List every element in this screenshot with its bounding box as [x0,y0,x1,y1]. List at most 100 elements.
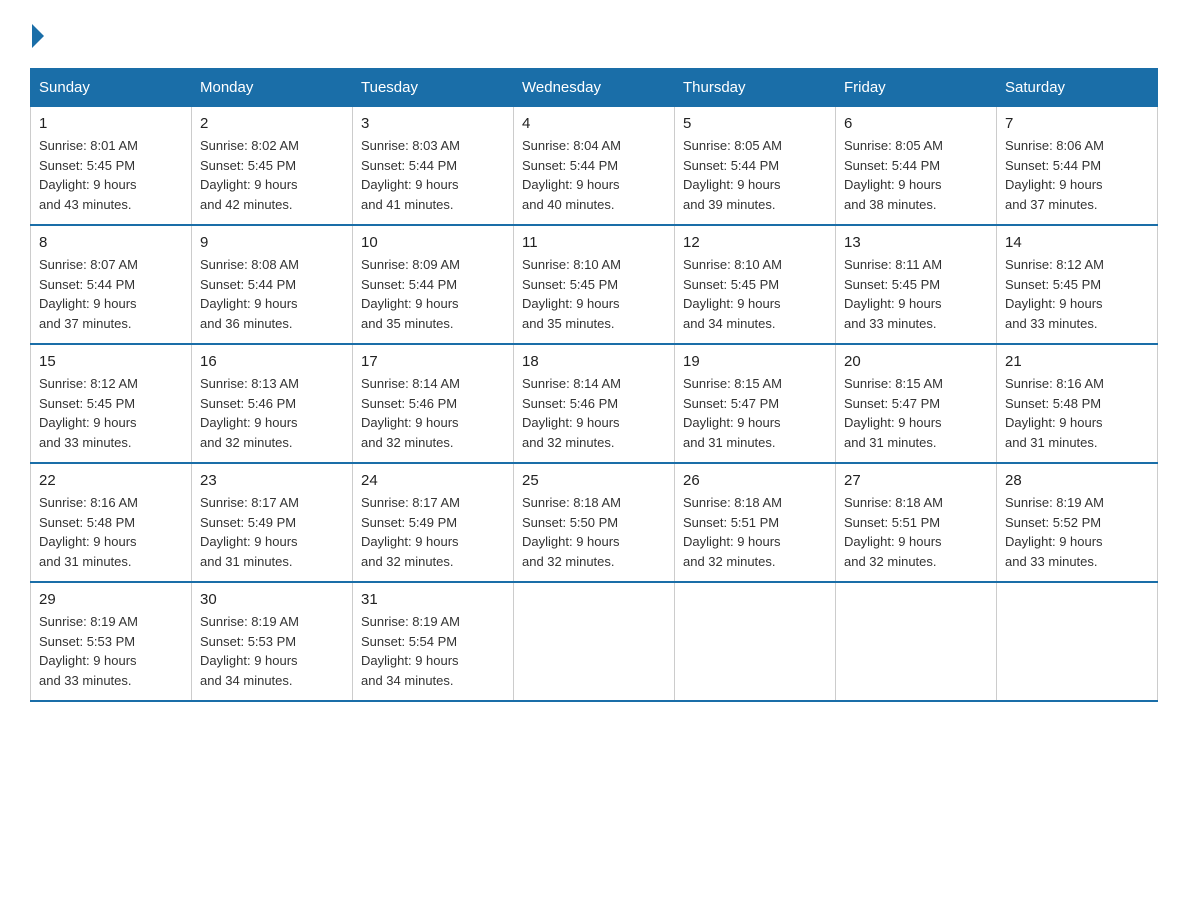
day-info: Sunrise: 8:17 AM Sunset: 5:49 PM Dayligh… [361,493,505,571]
sunrise-label: Sunrise: 8:15 AM [844,376,943,391]
calendar-day-cell: 20 Sunrise: 8:15 AM Sunset: 5:47 PM Dayl… [836,344,997,463]
sunset-label: Sunset: 5:45 PM [39,396,135,411]
day-info: Sunrise: 8:10 AM Sunset: 5:45 PM Dayligh… [683,255,827,333]
sunset-label: Sunset: 5:52 PM [1005,515,1101,530]
day-number: 17 [361,353,505,370]
sunset-label: Sunset: 5:45 PM [522,277,618,292]
sunrise-label: Sunrise: 8:12 AM [39,376,138,391]
day-info: Sunrise: 8:12 AM Sunset: 5:45 PM Dayligh… [1005,255,1149,333]
calendar-day-cell: 22 Sunrise: 8:16 AM Sunset: 5:48 PM Dayl… [31,463,192,582]
sunrise-label: Sunrise: 8:08 AM [200,257,299,272]
calendar-day-cell [675,582,836,701]
weekday-header-friday: Friday [836,69,997,107]
daylight-label: Daylight: 9 hoursand 32 minutes. [844,534,942,569]
sunset-label: Sunset: 5:44 PM [683,158,779,173]
calendar-day-cell: 26 Sunrise: 8:18 AM Sunset: 5:51 PM Dayl… [675,463,836,582]
sunset-label: Sunset: 5:48 PM [39,515,135,530]
day-number: 30 [200,591,344,608]
weekday-header-wednesday: Wednesday [514,69,675,107]
sunset-label: Sunset: 5:51 PM [844,515,940,530]
sunset-label: Sunset: 5:44 PM [844,158,940,173]
sunrise-label: Sunrise: 8:06 AM [1005,138,1104,153]
day-info: Sunrise: 8:10 AM Sunset: 5:45 PM Dayligh… [522,255,666,333]
sunset-label: Sunset: 5:50 PM [522,515,618,530]
calendar-week-row: 1 Sunrise: 8:01 AM Sunset: 5:45 PM Dayli… [31,107,1158,226]
calendar-day-cell: 30 Sunrise: 8:19 AM Sunset: 5:53 PM Dayl… [192,582,353,701]
sunset-label: Sunset: 5:44 PM [522,158,618,173]
calendar-day-cell: 31 Sunrise: 8:19 AM Sunset: 5:54 PM Dayl… [353,582,514,701]
day-info: Sunrise: 8:04 AM Sunset: 5:44 PM Dayligh… [522,136,666,214]
day-info: Sunrise: 8:15 AM Sunset: 5:47 PM Dayligh… [683,374,827,452]
daylight-label: Daylight: 9 hoursand 35 minutes. [361,296,459,331]
daylight-label: Daylight: 9 hoursand 33 minutes. [1005,296,1103,331]
day-number: 7 [1005,115,1149,132]
day-info: Sunrise: 8:01 AM Sunset: 5:45 PM Dayligh… [39,136,183,214]
calendar-day-cell: 8 Sunrise: 8:07 AM Sunset: 5:44 PM Dayli… [31,225,192,344]
day-info: Sunrise: 8:03 AM Sunset: 5:44 PM Dayligh… [361,136,505,214]
calendar-day-cell: 1 Sunrise: 8:01 AM Sunset: 5:45 PM Dayli… [31,107,192,226]
daylight-label: Daylight: 9 hoursand 36 minutes. [200,296,298,331]
day-number: 31 [361,591,505,608]
day-number: 19 [683,353,827,370]
sunset-label: Sunset: 5:45 PM [844,277,940,292]
sunrise-label: Sunrise: 8:18 AM [683,495,782,510]
day-number: 26 [683,472,827,489]
daylight-label: Daylight: 9 hoursand 31 minutes. [683,415,781,450]
daylight-label: Daylight: 9 hoursand 33 minutes. [844,296,942,331]
calendar-day-cell: 25 Sunrise: 8:18 AM Sunset: 5:50 PM Dayl… [514,463,675,582]
day-number: 9 [200,234,344,251]
daylight-label: Daylight: 9 hoursand 31 minutes. [844,415,942,450]
sunrise-label: Sunrise: 8:19 AM [1005,495,1104,510]
logo-arrow-icon [32,24,44,48]
day-info: Sunrise: 8:05 AM Sunset: 5:44 PM Dayligh… [844,136,988,214]
day-number: 24 [361,472,505,489]
day-number: 13 [844,234,988,251]
day-info: Sunrise: 8:19 AM Sunset: 5:53 PM Dayligh… [39,612,183,690]
day-info: Sunrise: 8:15 AM Sunset: 5:47 PM Dayligh… [844,374,988,452]
day-number: 29 [39,591,183,608]
sunset-label: Sunset: 5:53 PM [200,634,296,649]
daylight-label: Daylight: 9 hoursand 38 minutes. [844,177,942,212]
calendar-day-cell: 27 Sunrise: 8:18 AM Sunset: 5:51 PM Dayl… [836,463,997,582]
sunset-label: Sunset: 5:44 PM [361,158,457,173]
daylight-label: Daylight: 9 hoursand 34 minutes. [200,653,298,688]
calendar-day-cell: 12 Sunrise: 8:10 AM Sunset: 5:45 PM Dayl… [675,225,836,344]
sunset-label: Sunset: 5:51 PM [683,515,779,530]
sunset-label: Sunset: 5:53 PM [39,634,135,649]
day-info: Sunrise: 8:14 AM Sunset: 5:46 PM Dayligh… [522,374,666,452]
daylight-label: Daylight: 9 hoursand 39 minutes. [683,177,781,212]
day-info: Sunrise: 8:18 AM Sunset: 5:51 PM Dayligh… [844,493,988,571]
page-header [30,20,1158,48]
day-number: 18 [522,353,666,370]
daylight-label: Daylight: 9 hoursand 35 minutes. [522,296,620,331]
day-number: 6 [844,115,988,132]
day-number: 10 [361,234,505,251]
day-number: 22 [39,472,183,489]
calendar-day-cell: 11 Sunrise: 8:10 AM Sunset: 5:45 PM Dayl… [514,225,675,344]
calendar-day-cell: 24 Sunrise: 8:17 AM Sunset: 5:49 PM Dayl… [353,463,514,582]
weekday-header-tuesday: Tuesday [353,69,514,107]
weekday-row: SundayMondayTuesdayWednesdayThursdayFrid… [31,69,1158,107]
sunrise-label: Sunrise: 8:14 AM [522,376,621,391]
day-info: Sunrise: 8:19 AM Sunset: 5:53 PM Dayligh… [200,612,344,690]
sunrise-label: Sunrise: 8:01 AM [39,138,138,153]
day-number: 5 [683,115,827,132]
day-number: 20 [844,353,988,370]
calendar-day-cell: 3 Sunrise: 8:03 AM Sunset: 5:44 PM Dayli… [353,107,514,226]
day-number: 8 [39,234,183,251]
day-info: Sunrise: 8:19 AM Sunset: 5:54 PM Dayligh… [361,612,505,690]
calendar-day-cell: 5 Sunrise: 8:05 AM Sunset: 5:44 PM Dayli… [675,107,836,226]
sunset-label: Sunset: 5:48 PM [1005,396,1101,411]
sunset-label: Sunset: 5:46 PM [522,396,618,411]
sunset-label: Sunset: 5:54 PM [361,634,457,649]
calendar-day-cell: 2 Sunrise: 8:02 AM Sunset: 5:45 PM Dayli… [192,107,353,226]
daylight-label: Daylight: 9 hoursand 32 minutes. [200,415,298,450]
sunset-label: Sunset: 5:44 PM [1005,158,1101,173]
calendar-day-cell: 29 Sunrise: 8:19 AM Sunset: 5:53 PM Dayl… [31,582,192,701]
daylight-label: Daylight: 9 hoursand 42 minutes. [200,177,298,212]
calendar-day-cell: 16 Sunrise: 8:13 AM Sunset: 5:46 PM Dayl… [192,344,353,463]
daylight-label: Daylight: 9 hoursand 33 minutes. [1005,534,1103,569]
sunset-label: Sunset: 5:44 PM [200,277,296,292]
daylight-label: Daylight: 9 hoursand 32 minutes. [522,534,620,569]
day-number: 4 [522,115,666,132]
